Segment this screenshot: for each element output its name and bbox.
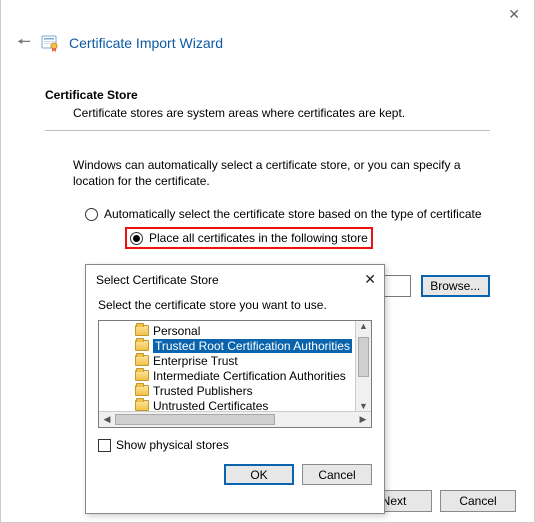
scroll-left-icon[interactable]: ◀ xyxy=(99,414,115,425)
folder-icon xyxy=(135,385,149,396)
certificate-icon xyxy=(41,34,59,52)
folder-icon xyxy=(135,340,149,351)
folder-icon xyxy=(135,400,149,411)
section-subtitle: Certificate stores are system areas wher… xyxy=(73,106,490,120)
scroll-down-icon[interactable]: ▼ xyxy=(359,401,368,411)
checkbox-icon xyxy=(98,439,111,452)
wizard-header: 🠔 Certificate Import Wizard xyxy=(1,0,534,60)
folder-icon xyxy=(135,355,149,366)
folder-icon xyxy=(135,370,149,381)
radio-auto-label: Automatically select the certificate sto… xyxy=(104,207,482,221)
tree-item-personal[interactable]: Personal xyxy=(105,323,371,338)
cancel-button[interactable]: Cancel xyxy=(440,490,516,512)
scroll-right-icon[interactable]: ▶ xyxy=(355,414,371,425)
tree-item-enterprise-trust[interactable]: Enterprise Trust xyxy=(105,353,371,368)
show-physical-label: Show physical stores xyxy=(116,438,229,452)
tree-item-untrusted[interactable]: Untrusted Certificates xyxy=(105,398,371,411)
tree-item-trusted-root[interactable]: Trusted Root Certification Authorities xyxy=(105,338,371,353)
divider xyxy=(45,130,490,131)
dialog-cancel-button[interactable]: Cancel xyxy=(302,464,372,485)
radio-icon xyxy=(85,208,98,221)
tree-item-trusted-publishers[interactable]: Trusted Publishers xyxy=(105,383,371,398)
description-text: Windows can automatically select a certi… xyxy=(73,157,490,189)
folder-icon xyxy=(135,325,149,336)
wizard-close-icon[interactable]: ✕ xyxy=(508,6,520,23)
radio-auto-select[interactable]: Automatically select the certificate sto… xyxy=(85,207,490,221)
horizontal-scrollbar[interactable]: ◀ ▶ xyxy=(99,411,371,427)
dialog-buttons: OK Cancel xyxy=(86,452,384,495)
radio-place-all[interactable]: Place all certificates in the following … xyxy=(125,227,373,249)
dialog-title: Select Certificate Store xyxy=(96,273,219,287)
vertical-scrollbar[interactable]: ▲ ▼ xyxy=(355,321,371,411)
store-tree: Personal Trusted Root Certification Auth… xyxy=(98,320,372,428)
wizard-title: Certificate Import Wizard xyxy=(69,35,223,51)
scroll-thumb[interactable] xyxy=(358,337,369,377)
store-tree-view[interactable]: Personal Trusted Root Certification Auth… xyxy=(99,321,371,411)
dialog-instruction: Select the certificate store you want to… xyxy=(86,292,384,320)
browse-button[interactable]: Browse... xyxy=(421,275,490,297)
radio-icon xyxy=(130,232,143,245)
show-physical-stores-checkbox[interactable]: Show physical stores xyxy=(98,438,372,452)
select-store-dialog: Select Certificate Store ✕ Select the ce… xyxy=(85,264,385,514)
tree-item-intermediate[interactable]: Intermediate Certification Authorities xyxy=(105,368,371,383)
scroll-up-icon[interactable]: ▲ xyxy=(359,321,368,331)
radio-place-label: Place all certificates in the following … xyxy=(149,231,368,245)
back-arrow-icon[interactable]: 🠔 xyxy=(17,35,31,51)
wizard-body: Certificate Store Certificate stores are… xyxy=(1,60,534,297)
close-icon[interactable]: ✕ xyxy=(364,271,376,288)
ok-button[interactable]: OK xyxy=(224,464,294,485)
dialog-titlebar: Select Certificate Store ✕ xyxy=(86,265,384,292)
section-title: Certificate Store xyxy=(45,88,490,102)
scroll-thumb[interactable] xyxy=(115,414,275,425)
